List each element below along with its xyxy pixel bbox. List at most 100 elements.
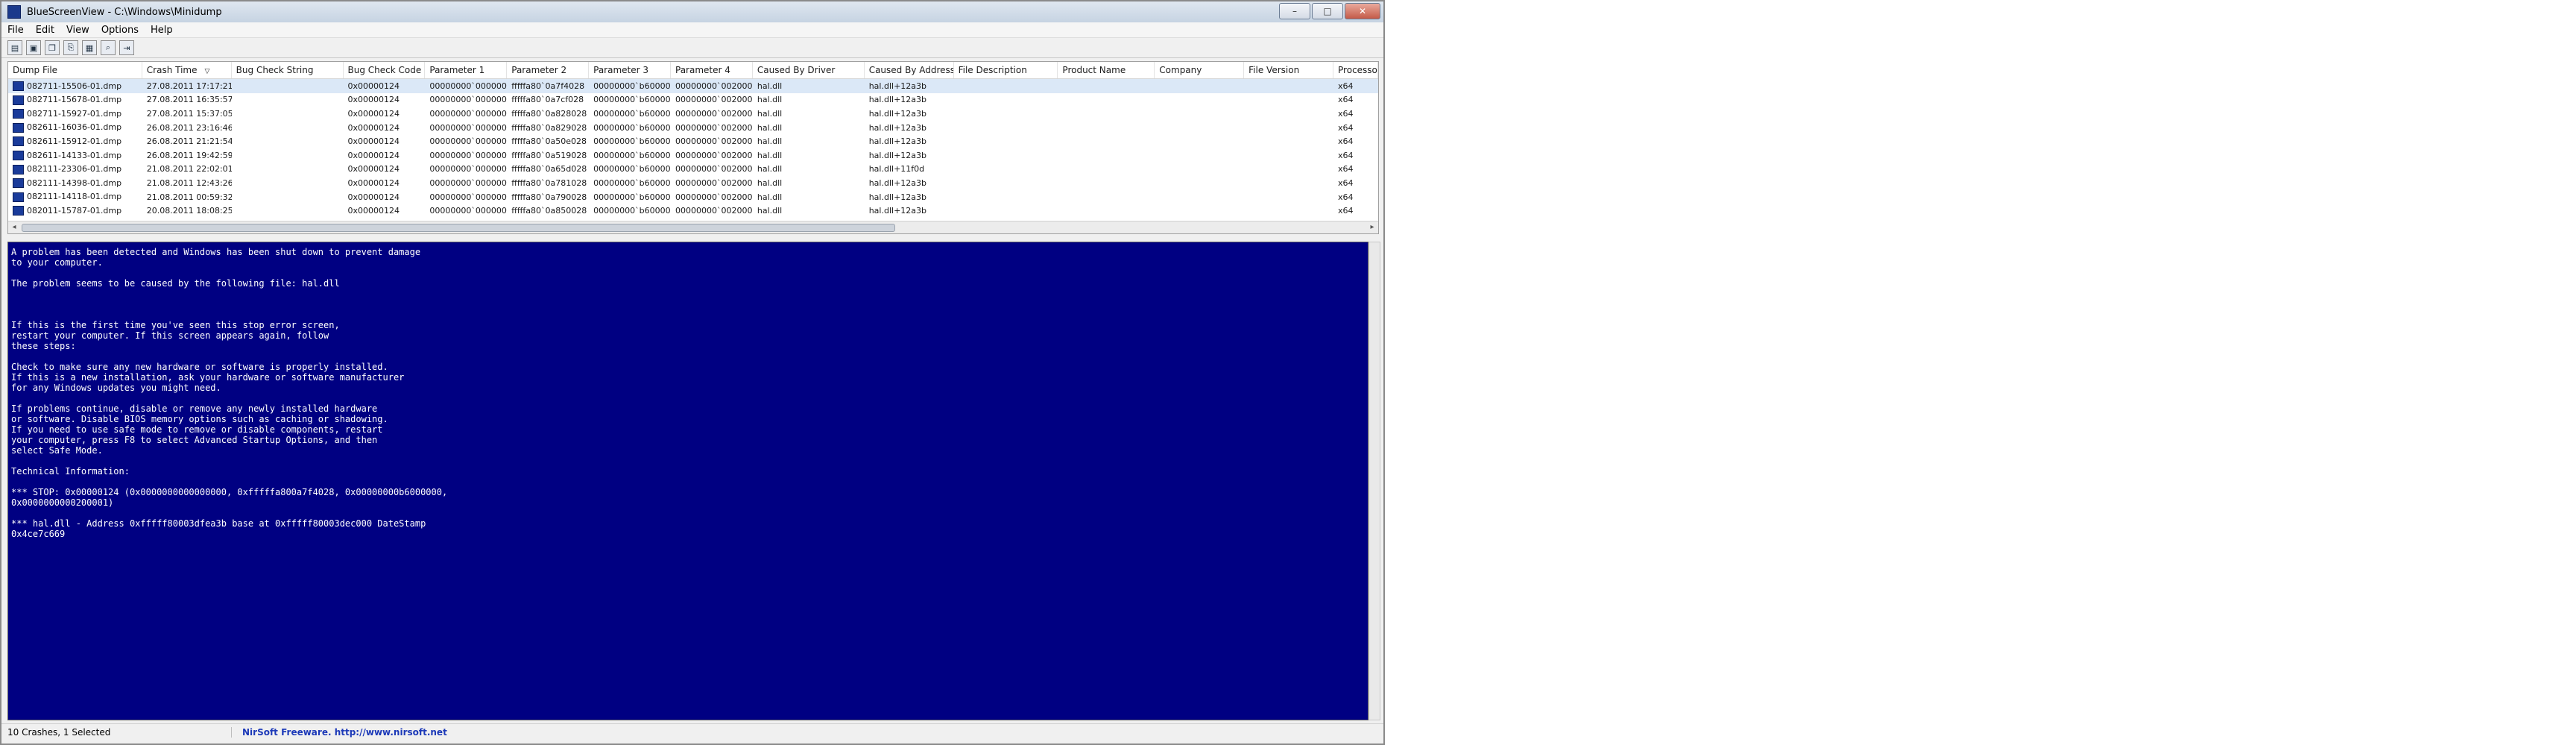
cell-parameter-1: 00000000`000000... (425, 206, 507, 216)
table-row[interactable]: 082111-23306-01.dmp 21.08.2011 22:02:01 0x… (8, 163, 1378, 177)
column-header-product-name[interactable]: Product Name (1058, 62, 1155, 78)
minimize-button[interactable]: – (1279, 3, 1310, 19)
cell-text: 0x00000124 (347, 136, 400, 147)
table-row[interactable]: 082011-15787-01.dmp 20.08.2011 18:08:25 0x… (8, 204, 1378, 218)
column-header-caused-by-driver[interactable]: Caused By Driver (753, 62, 865, 78)
cell-parameter-4: 00000000`002000... (671, 164, 753, 174)
cell-processor: x64 (1333, 123, 1378, 133)
menu-view[interactable]: View (60, 25, 95, 36)
menu-file[interactable]: File (1, 25, 30, 36)
scroll-right-icon[interactable]: ▸ (1366, 221, 1378, 233)
cell-text: 21.08.2011 22:02:01 (146, 164, 232, 175)
cell-text: 27.08.2011 16:35:57 (146, 95, 232, 105)
column-header-label: File Version (1248, 65, 1300, 75)
dump-file-icon (13, 122, 24, 133)
menu-options[interactable]: Options (95, 25, 145, 36)
dump-file-icon (13, 192, 24, 202)
find-button[interactable]: ⌕ (101, 40, 116, 55)
cell-parameter-3: 00000000`b60000... (589, 109, 671, 119)
column-header-caused-by-address[interactable]: Caused By Address (865, 62, 954, 78)
bsod-text-line: The problem seems to be caused by the fo… (11, 278, 340, 289)
column-header-parameter-1[interactable]: Parameter 1 (425, 62, 508, 78)
column-header-bug-check-string[interactable]: Bug Check String (232, 62, 344, 78)
copy-button[interactable]: ❐ (45, 40, 60, 55)
list-body: 082711-15506-01.dmp 27.08.2011 17:17:21 0x… (8, 79, 1378, 218)
cell-processor: x64 (1333, 206, 1378, 216)
cell-dump-file: 082611-15912-01.dmp (8, 136, 142, 147)
cell-crash-time: 21.08.2011 12:43:26 (142, 178, 232, 188)
crash-list[interactable]: Dump File Crash Time ▽ Bug Check String Bug … (7, 61, 1379, 234)
cell-text: 082611-16036-01.dmp (27, 122, 122, 133)
cell-dump-file: 082711-15927-01.dmp (8, 109, 142, 119)
column-header-parameter-3[interactable]: Parameter 3 (589, 62, 671, 78)
menu-help[interactable]: Help (145, 25, 179, 36)
column-header-bug-check-code[interactable]: Bug Check Code (344, 62, 426, 78)
cell-text: hal.dll+11f0d (868, 164, 925, 175)
cell-parameter-2: fffffa80`0a828028 (507, 109, 589, 119)
cell-text: 0x00000124 (347, 95, 400, 105)
toolbar: ▤ ▣ ❐ ⎘ ▦ ⌕ ⇥ (1, 38, 1383, 58)
find-icon: ⌕ (105, 43, 111, 52)
nirsoft-link[interactable]: NirSoft Freeware. http://www.nirsoft.net (232, 727, 447, 738)
cell-text: hal.dll (757, 177, 783, 188)
cell-text: hal.dll+12a3b (868, 95, 926, 105)
cell-parameter-4: 00000000`002000... (671, 151, 753, 160)
vertical-scrollbar[interactable] (1368, 242, 1380, 720)
column-header-label: Bug Check Code (347, 65, 422, 75)
column-header-crash-time[interactable]: Crash Time ▽ (142, 62, 232, 78)
cell-bug-check-code: 0x00000124 (344, 206, 426, 216)
column-header-label: Caused By Address (868, 65, 954, 75)
column-header-processor[interactable]: Processor (1333, 62, 1378, 78)
cell-text: 00000000`002000... (675, 206, 753, 216)
cell-text: 27.08.2011 17:17:21 (146, 81, 232, 91)
cell-bug-check-code: 0x00000124 (344, 164, 426, 174)
bsod-text-line: to your computer. (11, 257, 103, 268)
table-row[interactable]: 082611-14133-01.dmp 26.08.2011 19:42:59 0x… (8, 148, 1378, 163)
table-row[interactable]: 082711-15678-01.dmp 27.08.2011 16:35:57 0x… (8, 93, 1378, 107)
cell-text: 00000000`000000... (429, 150, 508, 160)
table-row[interactable]: 082611-15912-01.dmp 26.08.2011 21:21:54 0x… (8, 134, 1378, 148)
column-header-file-description[interactable]: File Description (954, 62, 1058, 78)
column-header-parameter-2[interactable]: Parameter 2 (507, 62, 590, 78)
html-report-button[interactable]: ⎘ (63, 40, 78, 55)
save-button[interactable]: ▣ (26, 40, 41, 55)
cell-parameter-3: 00000000`b60000... (589, 136, 671, 146)
cell-bug-check-code: 0x00000124 (344, 95, 426, 104)
cell-text: x64 (1338, 177, 1354, 188)
column-header-file-version[interactable]: File Version (1244, 62, 1334, 78)
cell-text: fffffa80`0a65d028 (511, 164, 587, 175)
scroll-left-icon[interactable]: ◂ (8, 221, 20, 233)
column-header-parameter-4[interactable]: Parameter 4 (671, 62, 753, 78)
cell-text: 00000000`000000... (429, 164, 508, 175)
table-row[interactable]: 082111-14118-01.dmp 21.08.2011 00:59:32 0x… (8, 190, 1378, 204)
cell-caused-by-driver: hal.dll (753, 81, 865, 91)
table-row[interactable]: 082111-14398-01.dmp 21.08.2011 12:43:26 0x… (8, 176, 1378, 190)
column-header-company[interactable]: Company (1155, 62, 1245, 78)
cell-parameter-4: 00000000`002000... (671, 109, 753, 119)
table-row[interactable]: 082711-15506-01.dmp 27.08.2011 17:17:21 0x… (8, 79, 1378, 93)
close-button[interactable]: ✕ (1345, 3, 1380, 19)
cell-processor: x64 (1333, 178, 1378, 188)
cell-text: hal.dll+12a3b (868, 122, 926, 133)
table-row[interactable]: 082611-16036-01.dmp 26.08.2011 23:16:46 0x… (8, 121, 1378, 135)
cell-text: fffffa80`0a829028 (511, 122, 587, 133)
open-button[interactable]: ▤ (7, 40, 22, 55)
cell-text: hal.dll (757, 192, 783, 202)
properties-button[interactable]: ▦ (82, 40, 97, 55)
menu-edit[interactable]: Edit (30, 25, 60, 36)
cell-text: 00000000`b60000... (593, 122, 671, 133)
exit-button[interactable]: ⇥ (119, 40, 134, 55)
table-row[interactable]: 082711-15927-01.dmp 27.08.2011 15:37:05 0x… (8, 107, 1378, 121)
column-header-dump-file[interactable]: Dump File (8, 62, 142, 78)
cell-text: 00000000`b60000... (593, 81, 671, 91)
bsod-text-line (11, 508, 1365, 518)
cell-parameter-4: 00000000`002000... (671, 123, 753, 133)
cell-parameter-4: 00000000`002000... (671, 192, 753, 202)
horizontal-scrollbar[interactable]: ◂ ▸ (8, 221, 1378, 233)
cell-crash-time: 21.08.2011 00:59:32 (142, 192, 232, 202)
cell-text: hal.dll+12a3b (868, 206, 926, 216)
title-bar[interactable]: BlueScreenView - C:\Windows\Minidump – □… (1, 1, 1383, 22)
scroll-thumb[interactable] (22, 224, 895, 232)
maximize-button[interactable]: □ (1312, 3, 1343, 19)
cell-parameter-1: 00000000`000000... (425, 151, 507, 160)
